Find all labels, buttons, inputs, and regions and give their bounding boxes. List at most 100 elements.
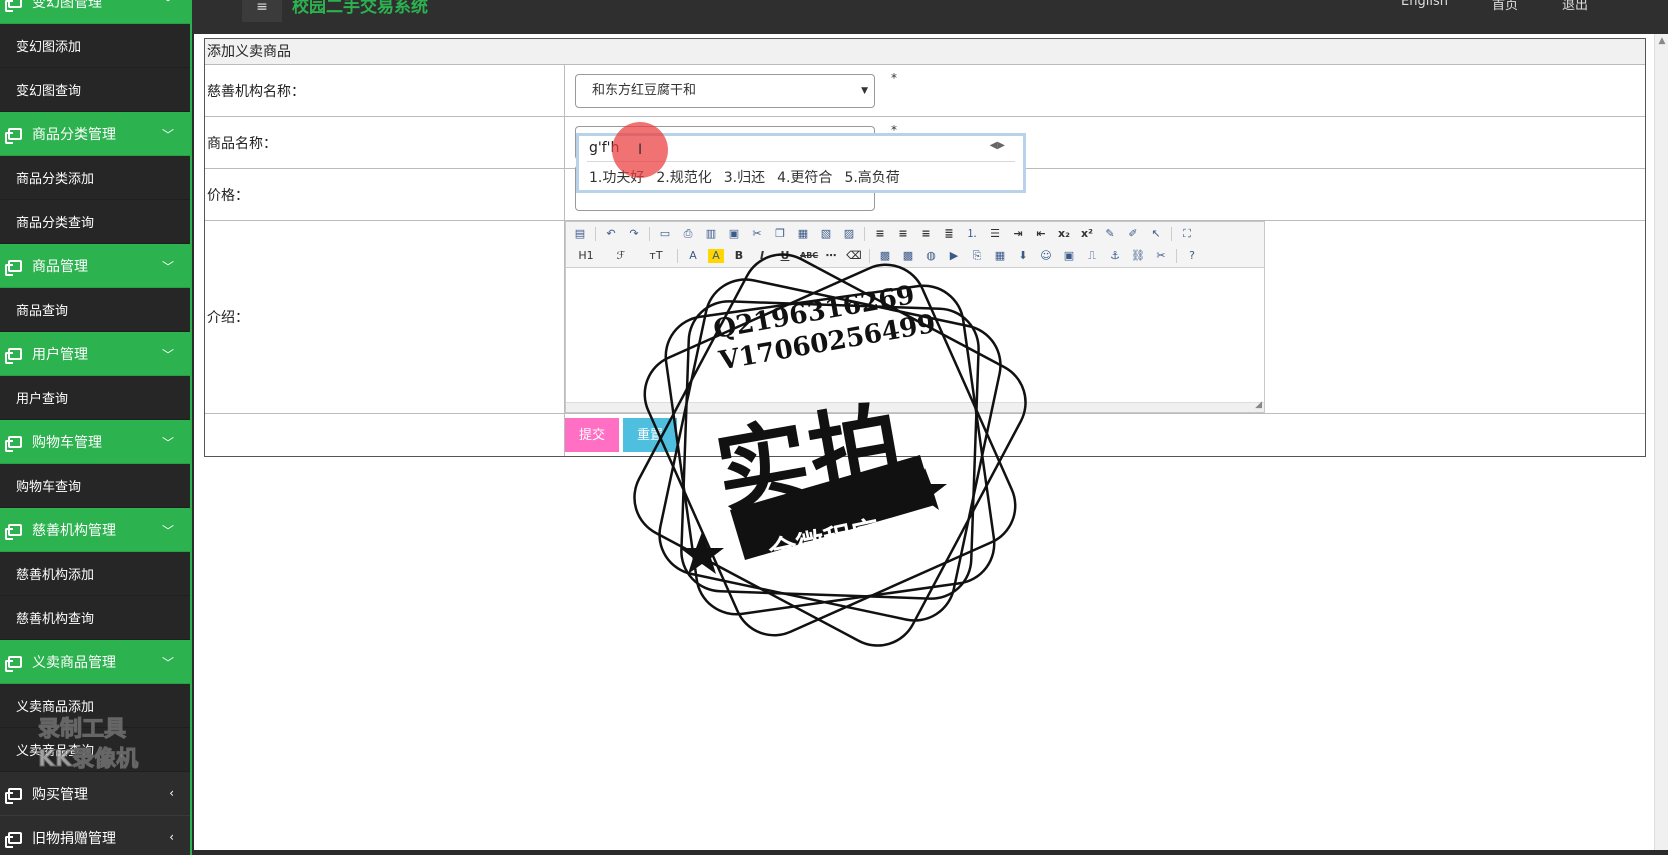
paste-text-icon[interactable]: ▧	[818, 227, 834, 241]
image-icon[interactable]: ▩	[877, 249, 893, 263]
menu-item-slideshow-add[interactable]: 变幻图添加	[0, 24, 190, 68]
menu-toggle-icon[interactable]: ≡	[242, 0, 282, 22]
menu-item-category-query[interactable]: 商品分类查询	[0, 200, 190, 244]
select-all-icon[interactable]: ✐	[1125, 227, 1141, 241]
charity-org-field: 和东方红豆腐干和 ▼ *	[565, 65, 1645, 116]
image-insert-icon[interactable]: ▣	[1061, 249, 1077, 263]
menu-header-category[interactable]: 商品分类管理 ﹀	[0, 112, 190, 156]
superscript-icon[interactable]: x²	[1079, 227, 1095, 241]
menu-group-user: 用户管理 ﹀ 用户查询	[0, 332, 190, 420]
menu-header-slideshow[interactable]: 变幻图管理 ﹀	[0, 0, 190, 24]
align-right-icon[interactable]: ≡	[918, 227, 934, 241]
scroll-up-icon[interactable]: ▲	[1655, 34, 1668, 48]
ime-candidate[interactable]: 5.高负荷	[844, 167, 899, 187]
menu-header-charity[interactable]: 慈善机构管理 ﹀	[0, 508, 190, 552]
menu-item-charity-query[interactable]: 慈善机构查询	[0, 596, 190, 640]
menu-header-goods[interactable]: 商品管理 ﹀	[0, 244, 190, 288]
menu-group-goods: 商品管理 ﹀ 商品查询	[0, 244, 190, 332]
template-icon[interactable]: ▥	[703, 227, 719, 241]
chevron-down-icon: ﹀	[161, 656, 174, 670]
outdent-icon[interactable]: ⇤	[1033, 227, 1049, 241]
ordered-list-icon[interactable]: ⒈	[964, 227, 980, 241]
menu-header-label: 商品管理	[32, 258, 88, 275]
italic-icon[interactable]: I	[754, 249, 770, 263]
strikethrough-icon[interactable]: ABC	[800, 249, 818, 263]
attachment-icon[interactable]: ⎘	[969, 249, 985, 263]
paste-word-icon[interactable]: ▨	[841, 227, 857, 241]
submit-button[interactable]: 提交	[565, 418, 619, 452]
reset-button[interactable]: 重置	[623, 418, 677, 452]
media-icon[interactable]: ▶	[946, 249, 962, 263]
indent-icon[interactable]: ⇥	[1010, 227, 1026, 241]
hr-icon[interactable]: ⋯	[823, 249, 839, 263]
code-icon[interactable]: ▣	[726, 227, 742, 241]
menu-item-slideshow-query[interactable]: 变幻图查询	[0, 68, 190, 112]
font-family-dropdown[interactable]: ℱ	[607, 249, 635, 263]
chevron-down-icon: ﹀	[161, 524, 174, 538]
print-icon[interactable]: ⎙	[680, 227, 696, 241]
charity-org-label: 慈善机构名称：	[205, 65, 565, 116]
eraser-icon[interactable]: ⌫	[846, 249, 862, 263]
menu-item-goods-query[interactable]: 商品查询	[0, 288, 190, 332]
home-link[interactable]: 首页	[1492, 0, 1518, 13]
table-icon[interactable]: ▦	[992, 249, 1008, 263]
insert-row-icon[interactable]: ⬇	[1015, 249, 1031, 263]
menu-header-label: 购买管理	[32, 786, 88, 803]
ime-page-arrows-icon[interactable]: ◀▶	[990, 140, 1005, 151]
app-window: 变幻图管理 ﹀ 变幻图添加 变幻图查询 商品分类管理 ﹀ 商品分类添加 商品分类查询…	[0, 0, 1668, 855]
source-icon[interactable]: ▤	[572, 227, 588, 241]
unordered-list-icon[interactable]: ☰	[987, 227, 1003, 241]
menu-header-user[interactable]: 用户管理 ﹀	[0, 332, 190, 376]
menu-header-donation[interactable]: 旧物捐赠管理 ‹	[0, 816, 190, 855]
text-cursor-icon: I	[638, 142, 643, 158]
preview-icon[interactable]: ▭	[657, 227, 673, 241]
underline-icon[interactable]: U	[777, 249, 793, 263]
anchor-icon[interactable]: ⚓	[1107, 249, 1123, 263]
font-size-dropdown[interactable]: тT	[642, 249, 670, 263]
menu-item-user-query[interactable]: 用户查询	[0, 376, 190, 420]
ime-candidate[interactable]: 2.规范化	[656, 167, 711, 187]
heading-dropdown[interactable]: H1	[572, 249, 600, 263]
pointer-icon[interactable]: ↖	[1148, 227, 1164, 241]
highlight-icon[interactable]: A	[708, 249, 724, 263]
menu-header-label: 义卖商品管理	[32, 654, 116, 671]
undo-icon[interactable]: ↶	[603, 227, 619, 241]
paste-icon[interactable]: ▦	[795, 227, 811, 241]
bold-icon[interactable]: B	[731, 249, 747, 263]
charity-org-selected: 和东方红豆腐干和	[592, 83, 697, 98]
link-icon[interactable]: ⛓	[1130, 249, 1146, 263]
resize-handle-icon[interactable]: ◢	[1255, 400, 1262, 410]
align-justify-icon[interactable]: ≣	[941, 227, 957, 241]
fullscreen-icon[interactable]: ⛶	[1179, 227, 1195, 241]
menu-header-purchase[interactable]: 购买管理 ‹	[0, 772, 190, 816]
menu-group-donation: 旧物捐赠管理 ‹	[0, 816, 190, 855]
unlink-icon[interactable]: ✂	[1153, 249, 1169, 263]
menu-item-category-add[interactable]: 商品分类添加	[0, 156, 190, 200]
copy-icon[interactable]: ❐	[772, 227, 788, 241]
clear-format-icon[interactable]: ✎	[1102, 227, 1118, 241]
redo-icon[interactable]: ↷	[626, 227, 642, 241]
menu-header-label: 商品分类管理	[32, 126, 116, 143]
ime-candidate[interactable]: 4.更符合	[777, 167, 832, 187]
menu-header-sale-goods[interactable]: 义卖商品管理 ﹀	[0, 640, 190, 684]
cut-icon[interactable]: ✂	[749, 227, 765, 241]
page-break-icon[interactable]: ⎍	[1084, 249, 1100, 263]
flash-icon[interactable]: ◍	[923, 249, 939, 263]
charity-org-select[interactable]: 和东方红豆腐干和 ▼	[575, 74, 875, 108]
ime-candidate[interactable]: 3.归还	[724, 167, 765, 187]
folder-icon	[5, 347, 22, 364]
menu-header-cart[interactable]: 购物车管理 ﹀	[0, 420, 190, 464]
emoticon-icon[interactable]: ☺	[1038, 249, 1054, 263]
subscript-icon[interactable]: x₂	[1056, 227, 1072, 241]
help-icon[interactable]: ?	[1184, 249, 1200, 263]
vertical-scrollbar[interactable]: ▲	[1654, 34, 1668, 850]
language-link[interactable]: English	[1401, 0, 1448, 13]
logout-link[interactable]: 退出	[1562, 0, 1588, 13]
menu-item-cart-query[interactable]: 购物车查询	[0, 464, 190, 508]
align-center-icon[interactable]: ≡	[895, 227, 911, 241]
font-color-icon[interactable]: A	[685, 249, 701, 263]
chevron-left-icon: ‹	[169, 830, 174, 844]
align-left-icon[interactable]: ≡	[872, 227, 888, 241]
multi-image-icon[interactable]: ▩	[900, 249, 916, 263]
menu-item-charity-add[interactable]: 慈善机构添加	[0, 552, 190, 596]
